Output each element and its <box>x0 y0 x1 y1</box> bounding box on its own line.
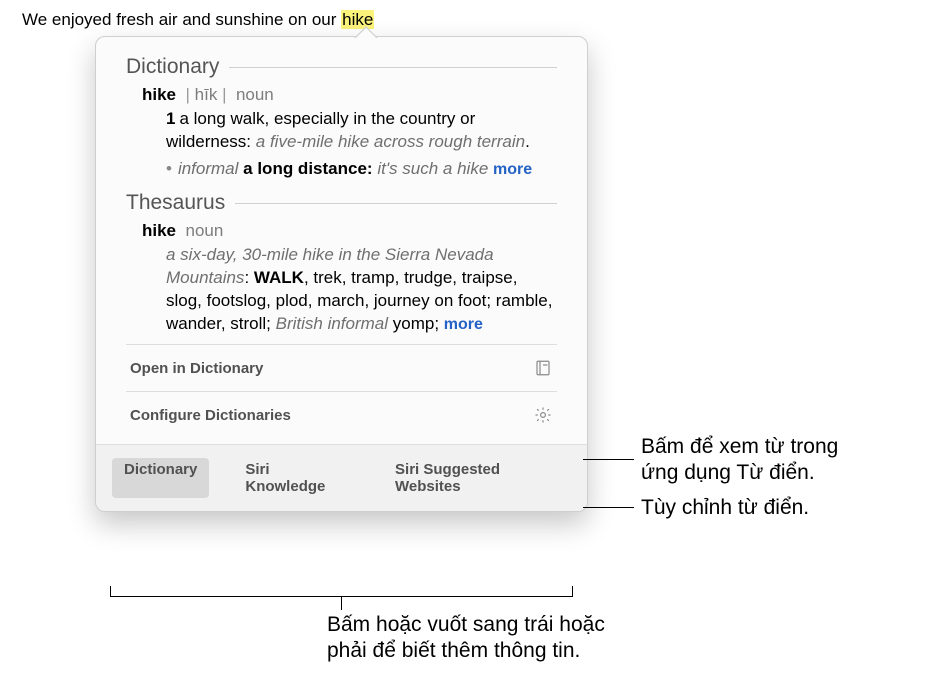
part-of-speech: noun <box>185 221 223 240</box>
tab-siri-suggested-websites[interactable]: Siri Suggested Websites <box>383 458 571 498</box>
dict-word: hike <box>142 85 176 104</box>
popover-body: Dictionary hike | hīk | noun 1a long wal… <box>95 36 588 512</box>
dictionary-heading: Dictionary <box>126 55 557 79</box>
more-link[interactable]: more <box>444 316 483 333</box>
callout-open: Bấm để xem từ trong ứng dụng Từ điển. <box>641 434 838 486</box>
callout-line <box>583 507 634 508</box>
callout-bracket <box>110 586 111 596</box>
thes-word: hike <box>142 221 176 240</box>
divider <box>235 203 557 204</box>
sub-definition-text: a long distance: <box>243 159 372 178</box>
part-of-speech: noun <box>236 85 274 104</box>
thesaurus-body: a six-day, 30-mile hike in the Sierra Ne… <box>166 243 553 336</box>
lookup-popover: Dictionary hike | hīk | noun 1a long wal… <box>95 36 588 512</box>
callout-bracket <box>572 586 573 596</box>
dictionary-heading-text: Dictionary <box>126 55 219 79</box>
more-link[interactable]: more <box>493 161 532 178</box>
primary-synonym: WALK <box>254 268 304 287</box>
sentence-prefix: We enjoyed fresh air and sunshine on our <box>22 10 341 29</box>
open-in-dictionary-row[interactable]: Open in Dictionary <box>126 344 557 391</box>
callout-bracket <box>341 596 342 610</box>
sub-definition: • informal a long distance: it's such a h… <box>166 157 553 181</box>
callout-configure: Tùy chỉnh từ điển. <box>641 495 809 521</box>
tab-dictionary[interactable]: Dictionary <box>112 458 209 498</box>
pronunciation: hīk <box>195 85 218 104</box>
thesaurus-heading-text: Thesaurus <box>126 191 225 215</box>
usage-label: informal <box>178 159 238 178</box>
dictionary-definition: 1a long walk, especially in the country … <box>166 107 553 181</box>
book-icon <box>533 358 553 378</box>
popover-content: Dictionary hike | hīk | noun 1a long wal… <box>96 37 587 444</box>
source-sentence: We enjoyed fresh air and sunshine on our… <box>22 10 374 30</box>
sub-example: it's such a hike <box>377 159 488 178</box>
bullet-icon: • <box>166 159 172 178</box>
open-in-dictionary-label: Open in Dictionary <box>130 360 263 377</box>
definition-example: a five-mile hike across rough terrain <box>256 132 525 151</box>
tail-synonym: yomp; <box>388 314 444 333</box>
thesaurus-entry-head: hike noun <box>142 221 557 241</box>
sense-number: 1 <box>166 109 175 128</box>
popover-arrow-fill <box>355 28 377 39</box>
pipe: | <box>185 85 189 104</box>
tab-siri-knowledge[interactable]: Siri Knowledge <box>233 458 359 498</box>
dictionary-entry-head: hike | hīk | noun <box>142 85 557 105</box>
callout-tabs: Bấm hoặc vuốt sang trái hoặc phải để biế… <box>327 612 605 664</box>
gear-icon <box>533 405 553 425</box>
source-tabbar: Dictionary Siri Knowledge Siri Suggested… <box>96 444 587 511</box>
thesaurus-heading: Thesaurus <box>126 191 557 215</box>
region-label: British informal <box>276 314 388 333</box>
configure-dictionaries-label: Configure Dictionaries <box>130 407 291 424</box>
callout-line <box>583 459 634 460</box>
divider <box>229 67 557 68</box>
pipe: | <box>222 85 226 104</box>
configure-dictionaries-row[interactable]: Configure Dictionaries <box>126 391 557 438</box>
